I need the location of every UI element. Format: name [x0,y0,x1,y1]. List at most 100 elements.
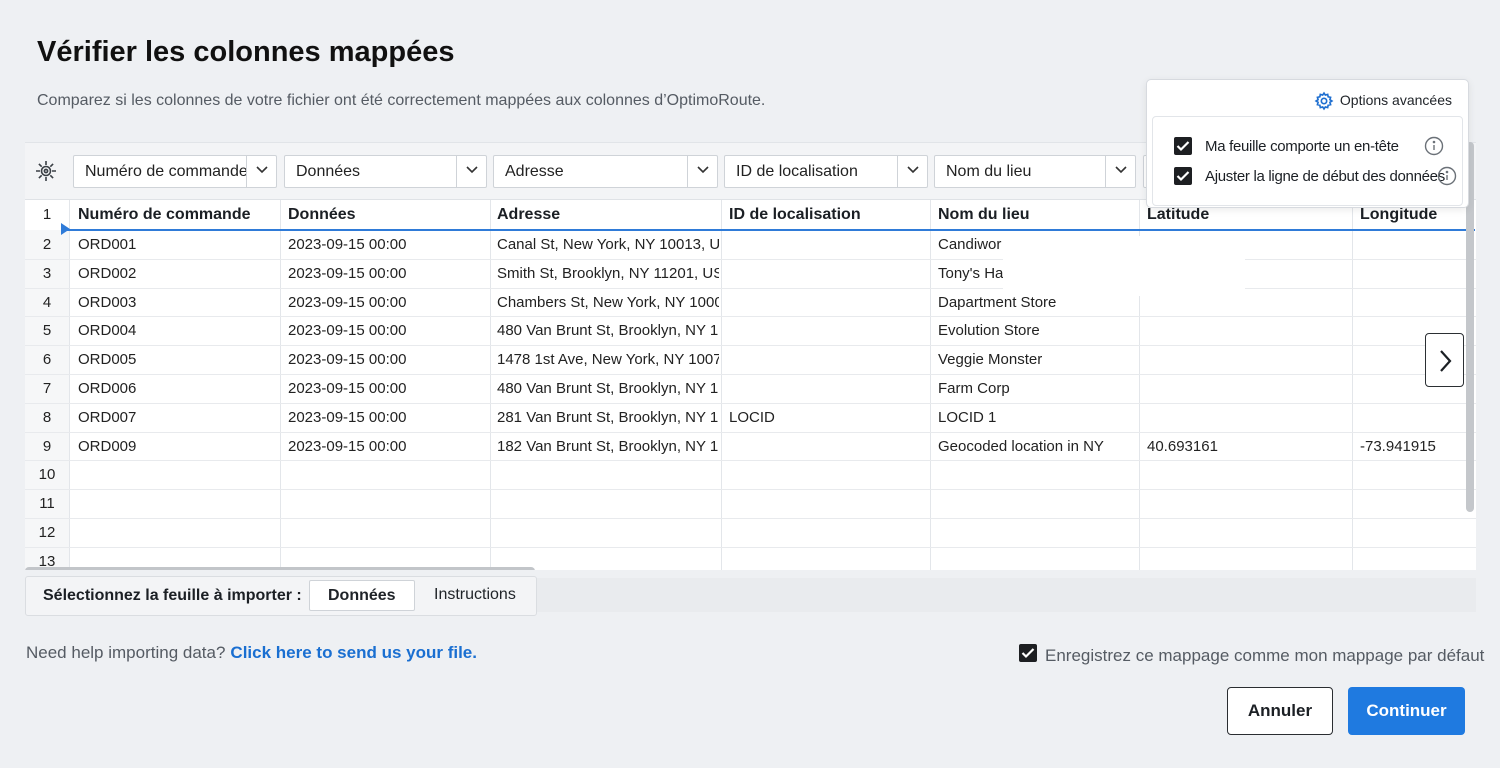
column-mapping-dropdown[interactable]: Nom du lieu [934,155,1136,188]
column-divider [280,200,281,570]
advanced-options-list: Ma feuille comporte un en-tête Ajuster l… [1152,116,1463,206]
table-cell[interactable]: Farm Corp [938,380,1137,397]
row-number: 11 [39,495,55,513]
info-icon[interactable] [1424,136,1444,160]
column-mapping-value: Adresse [505,163,564,180]
column-mapping-dropdown[interactable]: Numéro de commande [73,155,277,188]
column-mapping-dropdown[interactable]: ID de localisation [724,155,928,188]
column-header: Latitude [1147,206,1210,223]
row-number: 7 [42,380,52,397]
table-cell[interactable]: 2023-09-15 00:00 [288,380,488,397]
row-number: 4 [42,293,52,311]
column-divider [721,200,722,570]
table-cell[interactable]: 40.693161 [1147,438,1350,455]
chevron-down-icon [246,156,276,187]
checkbox-adjust-start-row[interactable] [1174,167,1192,185]
horizontal-scrollbar[interactable] [25,567,535,570]
table-cell[interactable]: 1478 1st Ave, New York, NY 1007 [497,351,719,368]
column-mapping-value: ID de localisation [736,163,858,180]
chevron-down-icon [456,156,486,187]
row-divider [25,316,1476,318]
table-cell[interactable]: Dapartment Store [938,294,1137,311]
tab-donnees[interactable]: Données [309,580,415,611]
row-divider [25,258,1476,260]
row-divider [25,489,1476,491]
row-number: 1 [42,206,52,223]
save-default-label: Enregistrez ce mappage comme mon mappage… [1045,646,1485,665]
table-cell[interactable]: 2023-09-15 00:00 [288,265,488,282]
advanced-options-toggle[interactable]: Options avancées [1314,91,1452,111]
column-mapping-value: Données [296,163,361,180]
row-number: 5 [42,322,52,340]
table-cell[interactable]: -73.941915 [1360,438,1474,455]
table-cell[interactable]: Veggie Monster [938,351,1137,368]
option-has-header-label: Ma feuille comporte un en-tête [1205,138,1399,155]
row-divider [25,460,1476,462]
row-divider [25,287,1476,289]
column-header: Données [288,206,356,223]
help-link[interactable]: Click here to send us your file. [230,643,477,662]
table-cell[interactable]: 2023-09-15 00:00 [288,351,488,368]
mapping-indicator-line [65,229,1475,231]
mapping-indicator-arrow [61,223,70,235]
column-divider [69,200,70,570]
table-cell[interactable]: ORD006 [78,380,278,397]
table-cell[interactable]: ORD007 [78,409,278,426]
tab-instructions[interactable]: Instructions [416,580,534,611]
row-number: 12 [38,524,56,541]
row-divider [25,431,1476,433]
sheet-selector: Sélectionnez la feuille à importer : Don… [25,576,537,616]
table-cell[interactable]: ORD003 [78,294,278,311]
table-cell[interactable]: 2023-09-15 00:00 [288,322,488,339]
table-cell[interactable]: Smith St, Brooklyn, NY 11201, US [497,265,719,282]
table-cell[interactable]: 2023-09-15 00:00 [288,409,488,426]
chevron-down-icon [1105,156,1135,187]
help-question: Need help importing data? [26,643,226,662]
cancel-button[interactable]: Annuler [1227,687,1333,735]
table-cell[interactable]: ORD004 [78,322,278,339]
option-adjust-start-row-label: Ajuster la ligne de début des données [1205,168,1445,185]
table-cell[interactable]: 2023-09-15 00:00 [288,294,488,311]
column-divider [490,200,491,570]
table-cell[interactable]: LOCID [729,409,928,426]
table-cell[interactable]: Chambers St, New York, NY 1000 [497,294,719,311]
column-header: Numéro de commande [78,206,251,223]
table-cell[interactable]: ORD001 [78,236,278,253]
column-header: Adresse [497,206,561,223]
table-cell[interactable]: 480 Van Brunt St, Brooklyn, NY 1 [497,322,719,339]
grid-gear-icon[interactable] [34,159,58,183]
row-number: 9 [42,437,52,455]
checkbox-save-default[interactable] [1019,644,1037,662]
row-number: 8 [42,408,52,426]
info-icon[interactable] [1437,166,1457,190]
table-cell[interactable]: Evolution Store [938,322,1137,339]
row-divider [25,345,1476,347]
row-divider [25,374,1476,375]
row-divider [25,402,1476,404]
row-number: 3 [42,264,52,282]
table-cell[interactable]: 480 Van Brunt St, Brooklyn, NY 1 [497,380,719,397]
column-header: ID de localisation [729,206,861,223]
table-cell[interactable]: 2023-09-15 00:00 [288,236,488,253]
table-cell[interactable]: LOCID 1 [938,409,1137,426]
advanced-options-panel: Options avancées Ma feuille comporte un … [1146,79,1469,208]
checkbox-has-header[interactable] [1174,137,1192,155]
advanced-options-label: Options avancées [1339,92,1452,108]
table-cell[interactable]: Canal St, New York, NY 10013, U [497,236,719,253]
row-number: 2 [42,236,52,253]
column-mapping-value: Nom du lieu [946,163,1032,180]
scroll-right-button[interactable] [1425,333,1464,387]
table-cell[interactable]: ORD002 [78,265,278,282]
column-mapping-dropdown[interactable]: Adresse [493,155,718,188]
table-cell[interactable]: 281 Van Brunt St, Brooklyn, NY 1 [497,409,719,426]
table-cell[interactable]: ORD009 [78,438,278,455]
column-mapping-dropdown[interactable]: Données [284,155,487,188]
continue-button[interactable]: Continuer [1348,687,1465,735]
table-cell[interactable]: ORD005 [78,351,278,368]
table-cell[interactable]: 182 Van Brunt St, Brooklyn, NY 1 [497,438,719,455]
table-cell[interactable]: Geocoded location in NY [938,438,1137,455]
column-divider [930,200,931,570]
sheet-selector-label: Sélectionnez la feuille à importer : [43,587,302,604]
row-number: 10 [38,466,56,484]
table-cell[interactable]: 2023-09-15 00:00 [288,438,488,455]
